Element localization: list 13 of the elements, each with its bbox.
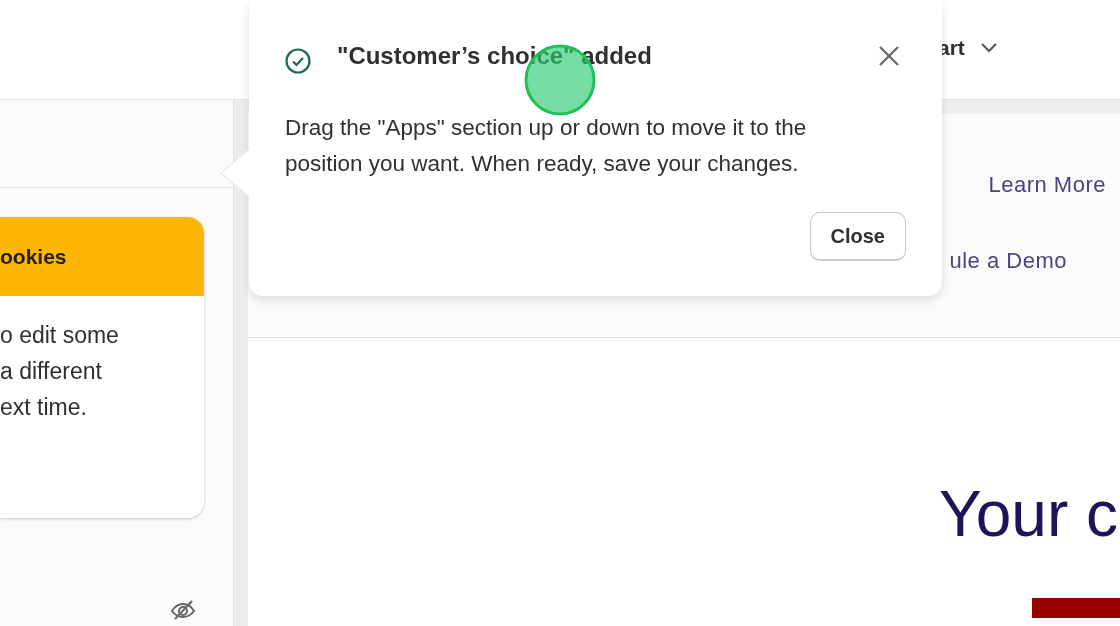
popover-message: Drag the "Apps" section up or down to move it to the position you want. When ready, save your changes.	[285, 114, 808, 178]
close-button[interactable]: Close	[809, 212, 906, 261]
check-circle-icon	[285, 48, 311, 74]
nav-link[interactable]: Learn More	[988, 172, 1106, 198]
chevron-down-icon	[980, 42, 997, 53]
close-icon[interactable]	[878, 45, 900, 67]
card-text-line: o edit some	[0, 321, 120, 349]
nav-link[interactable]: ule a Demo	[949, 248, 1067, 274]
card-text-line: a different	[0, 357, 103, 385]
card-text-line: ext time.	[0, 393, 88, 421]
eye-slash-icon[interactable]	[170, 599, 196, 621]
hero-title: Your c	[938, 477, 1118, 552]
card-title: ookies	[0, 217, 204, 296]
